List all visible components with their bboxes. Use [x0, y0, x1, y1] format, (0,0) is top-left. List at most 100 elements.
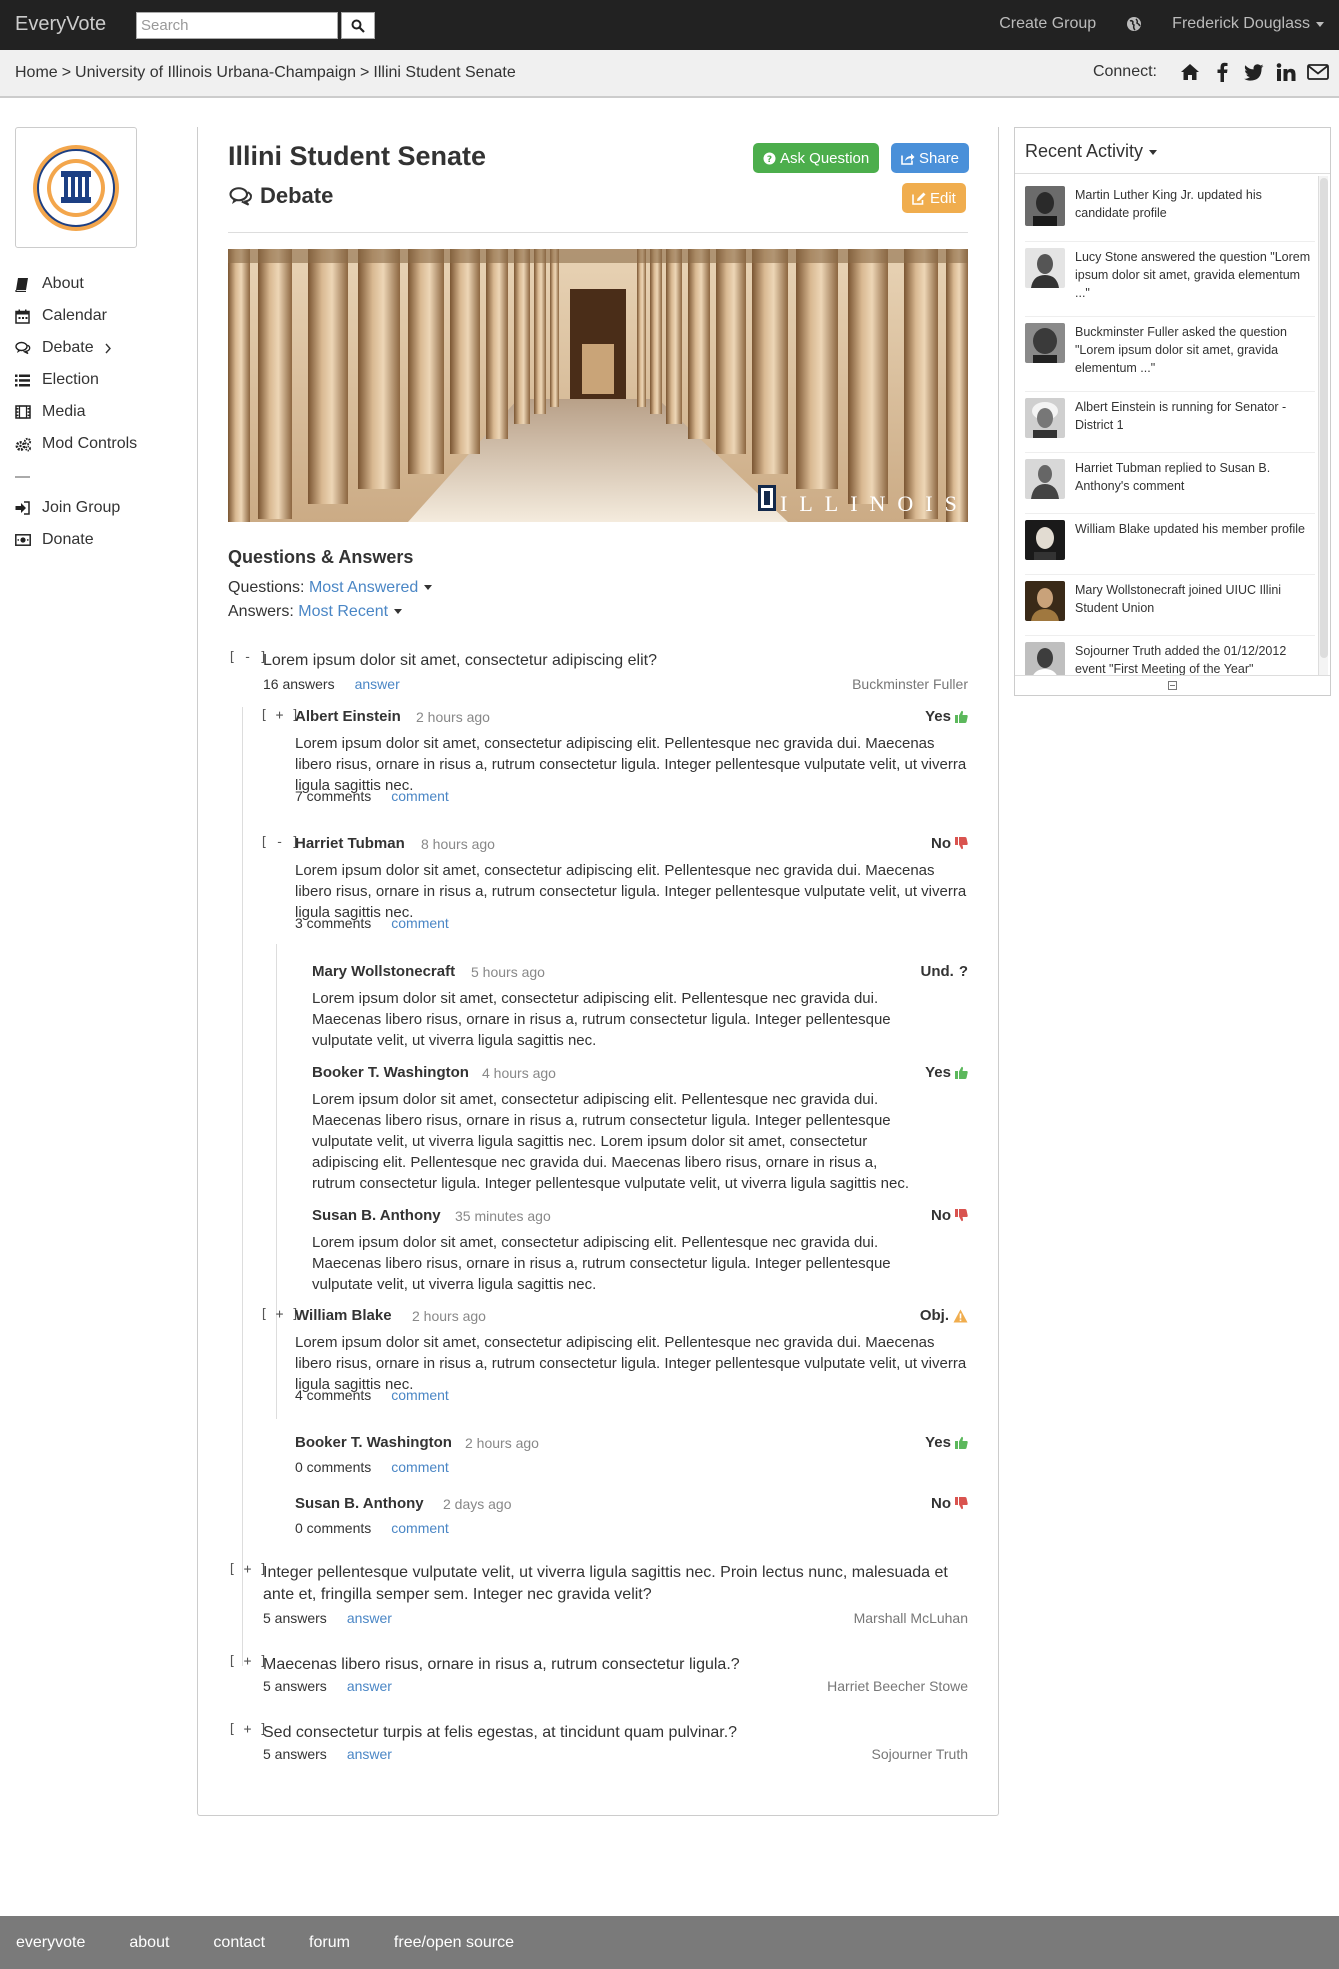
sidebar-item-label: Mod Controls [42, 435, 138, 452]
sidebar-item-label: Election [42, 371, 99, 388]
answer-item: Booker T. Washington 2 hours ago Yes 0 c… [260, 1434, 968, 1475]
question-asker[interactable]: Marshall McLuhan [854, 1610, 968, 1626]
expand-toggle[interactable]: [ + ] [228, 1654, 267, 1669]
brand-logo[interactable]: EveryVote [15, 13, 106, 36]
questions-sort-dropdown[interactable]: Most Answered [308, 579, 433, 596]
donate-link[interactable]: Donate [15, 524, 137, 556]
ask-question-button[interactable]: ? Ask Question [753, 143, 880, 173]
answer-author[interactable]: Harriet Tubman [295, 835, 405, 852]
question-text[interactable]: Lorem ipsum dolor sit amet, consectetur … [263, 650, 968, 672]
answer-link[interactable]: answer [347, 1678, 392, 1694]
sidebar-item-calendar[interactable]: Calendar [15, 300, 137, 332]
question-asker[interactable]: Sojourner Truth [872, 1746, 969, 1762]
join-group-link[interactable]: Join Group [15, 492, 137, 524]
answer-link[interactable]: answer [347, 1746, 392, 1762]
avatar [1025, 581, 1065, 621]
linkedin-icon[interactable] [1275, 61, 1297, 83]
edit-button[interactable]: Edit [902, 183, 966, 213]
answer-author[interactable]: William Blake [295, 1307, 392, 1324]
breadcrumb-group[interactable]: Illini Student Senate [373, 64, 515, 81]
footer-link-everyvote[interactable]: everyvote [16, 1934, 85, 1952]
collapse-toggle[interactable]: [ - ] [228, 650, 267, 665]
answer-author[interactable]: Booker T. Washington [295, 1434, 452, 1451]
reply-author[interactable]: Mary Wollstonecraft [312, 963, 455, 980]
home-icon[interactable] [1179, 61, 1201, 83]
activity-item[interactable]: Mary Wollstonecraft joined UIUC Illini S… [1025, 575, 1315, 636]
activity-item[interactable]: Lucy Stone answered the question "Lorem … [1025, 242, 1315, 317]
share-button[interactable]: Share [891, 143, 970, 173]
reply-author[interactable]: Booker T. Washington [312, 1064, 469, 1081]
avatar [1025, 186, 1065, 226]
question-item: [ - ] Lorem ipsum dolor sit amet, consec… [228, 650, 968, 692]
footer-link-contact[interactable]: contact [213, 1934, 265, 1952]
facebook-icon[interactable] [1211, 61, 1233, 83]
sidebar-item-label: Debate [42, 339, 94, 356]
comment-link[interactable]: comment [391, 1459, 449, 1475]
footer-link-open-source[interactable]: free/open source [394, 1934, 514, 1952]
header-divider [228, 232, 968, 233]
comment-link[interactable]: comment [391, 915, 449, 931]
vote-badge: No [931, 1207, 968, 1224]
comment-link[interactable]: comment [391, 1387, 449, 1403]
answers-sort-dropdown[interactable]: Most Recent [298, 603, 403, 620]
sidebar-item-media[interactable]: Media [15, 396, 137, 428]
answer-author[interactable]: Susan B. Anthony [295, 1495, 424, 1512]
caret-down-icon [424, 585, 433, 591]
resize-handle[interactable] [1015, 675, 1330, 695]
scroll-thumb[interactable] [1320, 178, 1328, 658]
activity-item[interactable]: Harriet Tubman replied to Susan B. Antho… [1025, 453, 1315, 514]
activity-item[interactable]: Albert Einstein is running for Senator -… [1025, 392, 1315, 453]
thumbs-down-icon [955, 1497, 968, 1510]
question-text[interactable]: Maecenas libero risus, ornare in risus a… [263, 1654, 968, 1676]
group-logo[interactable] [15, 127, 137, 248]
activity-scrollbar[interactable] [1318, 176, 1328, 676]
answer-link[interactable]: answer [347, 1610, 392, 1626]
expand-toggle[interactable]: [ + ] [260, 1307, 299, 1322]
activity-item[interactable]: Martin Luther King Jr. updated his candi… [1025, 180, 1315, 242]
answer-body: Lorem ipsum dolor sit amet, consectetur … [295, 862, 967, 921]
search-button[interactable] [341, 12, 375, 39]
sidebar-item-mod-controls[interactable]: Mod Controls [15, 428, 137, 460]
activity-item[interactable]: Buckminster Fuller asked the question "L… [1025, 317, 1315, 392]
answer-author[interactable]: Albert Einstein [295, 708, 401, 725]
questions-sort-value: Most Answered [308, 579, 419, 596]
expand-toggle[interactable]: [ + ] [228, 1722, 267, 1737]
question-asker[interactable]: Harriet Beecher Stowe [827, 1678, 968, 1694]
question-text[interactable]: Sed consectetur turpis at felis egestas,… [263, 1722, 968, 1744]
comment-link[interactable]: comment [391, 788, 449, 804]
answer-meta: 3 comments comment [295, 915, 449, 931]
create-group-link[interactable]: Create Group [999, 15, 1096, 33]
breadcrumb-home[interactable]: Home [15, 64, 58, 81]
share-label: Share [919, 149, 960, 167]
avatar [1025, 520, 1065, 560]
expand-toggle[interactable]: [ + ] [228, 1562, 267, 1577]
footer-link-about[interactable]: about [129, 1934, 169, 1952]
search-input[interactable] [136, 12, 338, 39]
answer-item: Susan B. Anthony 2 days ago No 0 comment… [260, 1495, 968, 1536]
sign-in-icon [15, 501, 35, 515]
activity-list: Martin Luther King Jr. updated his candi… [1025, 180, 1315, 676]
breadcrumb-university[interactable]: University of Illinois Urbana-Champaign [75, 64, 356, 81]
activity-item[interactable]: Sojourner Truth added the 01/12/2012 eve… [1025, 636, 1315, 676]
answer-link[interactable]: answer [355, 676, 400, 692]
collapse-toggle[interactable]: [ - ] [260, 835, 299, 850]
twitter-icon[interactable] [1243, 61, 1265, 83]
sidebar-item-about[interactable]: About [15, 268, 137, 300]
comment-link[interactable]: comment [391, 1520, 449, 1536]
globe-button[interactable] [1126, 16, 1142, 32]
subtitle-text: Debate [260, 183, 334, 208]
user-menu[interactable]: Frederick Douglass [1172, 15, 1324, 33]
footer-link-forum[interactable]: forum [309, 1934, 350, 1952]
question-text[interactable]: Integer pellentesque vulputate velit, ut… [263, 1562, 968, 1606]
recent-activity-dropdown[interactable]: Recent Activity [1015, 128, 1330, 174]
expand-toggle[interactable]: [ + ] [260, 708, 299, 723]
question-asker[interactable]: Buckminster Fuller [852, 676, 968, 692]
answers-sort-label: Answers: [228, 603, 294, 620]
mail-icon[interactable] [1307, 61, 1329, 83]
answer-count: 5 answers [263, 1610, 327, 1626]
sidebar-item-debate[interactable]: Debate [15, 332, 137, 364]
reply-author[interactable]: Susan B. Anthony [312, 1207, 441, 1224]
thumbs-up-icon [955, 1436, 968, 1449]
sidebar-item-election[interactable]: Election [15, 364, 137, 396]
activity-item[interactable]: William Blake updated his member profile [1025, 514, 1315, 575]
